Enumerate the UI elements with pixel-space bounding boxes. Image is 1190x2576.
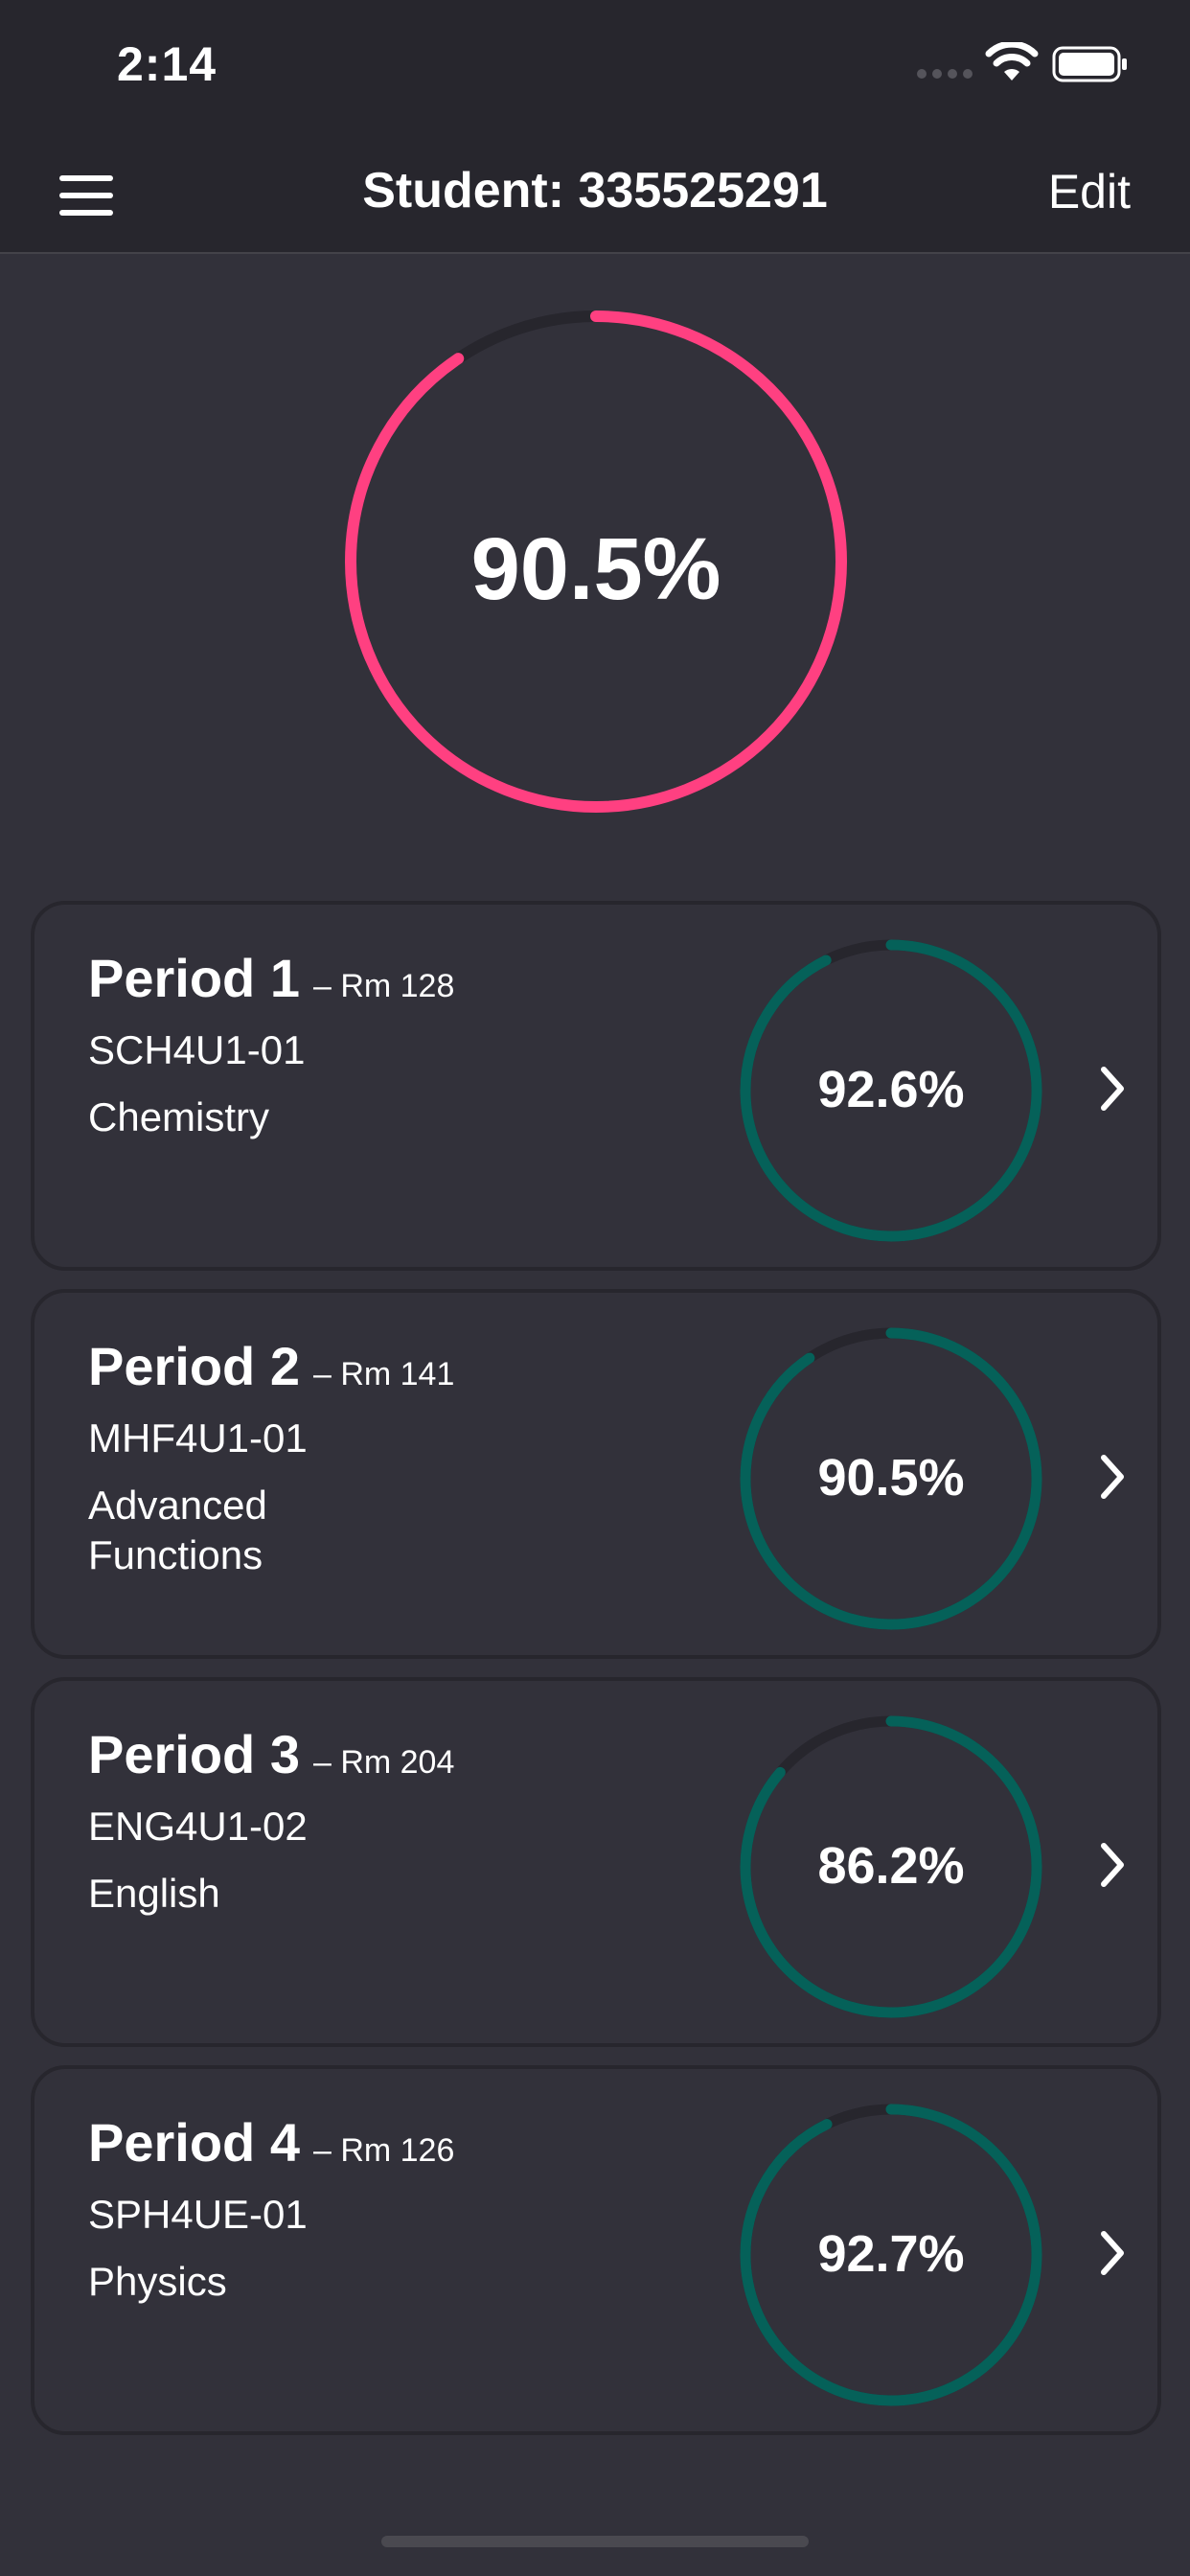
period-heading: Period 3 – Rm 204 [88,1723,454,1785]
status-time: 2:14 [117,37,217,91]
overall-grade-value: 90.5% [470,520,721,618]
course-code: SCH4U1-01 [88,1027,306,1072]
period-heading: Period 1 – Rm 128 [88,947,454,1009]
grade-ring: 92.6% [740,939,1042,1242]
course-name: English [88,1871,220,1916]
overall-grade-ring: 90.5% [343,309,849,815]
course-code: MHF4U1-01 [88,1415,308,1460]
period-card[interactable]: Period 2 – Rm 141 MHF4U1-01 Advanced Functi… [31,1289,1161,1659]
chevron-right-icon[interactable] [1098,1840,1127,1890]
grade-ring: 90.5% [740,1327,1042,1630]
period-room: – Rm 128 [312,968,455,1004]
grade-ring: 86.2% [740,1715,1042,2018]
period-card[interactable]: Period 3 – Rm 204 ENG4U1-02 English 86.2% [31,1677,1161,2047]
course-code: SPH4UE-01 [88,2192,308,2237]
chevron-right-icon[interactable] [1098,1064,1127,1114]
home-indicator [381,2536,809,2547]
signal-icon [917,69,973,79]
course-name: Physics [88,2259,227,2304]
period-room: – Rm 204 [312,1744,455,1781]
period-name: Period 1 [88,948,300,1008]
navigation-bar: Student: 335525291 Edit [0,139,1190,254]
grade-value: 92.7% [817,2225,965,2283]
period-room: – Rm 126 [312,2132,455,2169]
grade-ring: 92.7% [740,2104,1042,2406]
course-name: Chemistry [88,1094,270,1139]
edit-button[interactable]: Edit [1048,164,1131,219]
period-room: – Rm 141 [312,1356,455,1392]
period-card[interactable]: Period 4 – Rm 126 SPH4UE-01 Physics 92.7% [31,2065,1161,2435]
course-code: ENG4U1-02 [88,1804,308,1849]
grade-value: 92.6% [817,1061,965,1118]
period-card[interactable]: Period 1 – Rm 128 SCH4U1-01 Chemistry 92.6% [31,901,1161,1271]
page-title: Student: 335525291 [362,163,828,218]
grade-value: 90.5% [817,1449,965,1506]
chevron-right-icon[interactable] [1098,1452,1127,1502]
period-name: Period 4 [88,2112,300,2173]
battery-icon [1052,46,1127,82]
period-name: Period 2 [88,1336,300,1396]
course-name: Advanced Functions [88,1483,267,1577]
wifi-icon [985,42,1039,80]
status-bar: 2:14 [0,0,1190,139]
chevron-right-icon[interactable] [1098,2228,1127,2278]
period-heading: Period 4 – Rm 126 [88,2111,454,2174]
grade-value: 86.2% [817,1837,965,1895]
period-heading: Period 2 – Rm 141 [88,1335,454,1397]
period-name: Period 3 [88,1724,300,1784]
